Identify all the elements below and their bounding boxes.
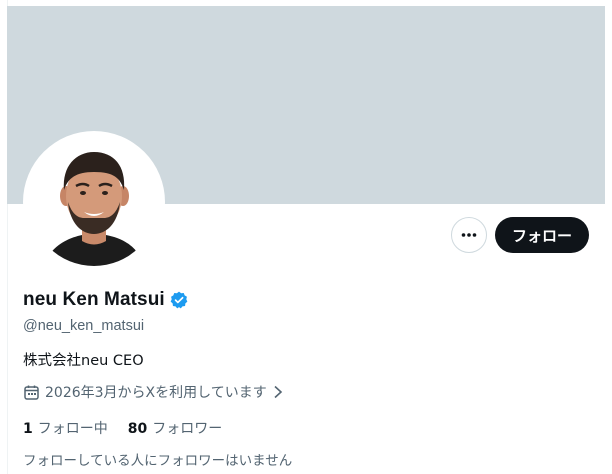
mutual-followers-note: フォローしている人にフォロワーはいません [23, 453, 293, 469]
joined-date-text: 2026年3月からXを利用しています [45, 385, 267, 401]
calendar-icon [24, 385, 39, 400]
verified-badge-icon[interactable] [170, 291, 188, 309]
follow-stats: 1 フォロー中 80 フォロワー [23, 418, 222, 438]
following-link[interactable]: 1 フォロー中 [23, 418, 108, 438]
profile-page: フォロー neu Ken Matsui @neu_ken_matsui 株式会社… [0, 0, 612, 474]
handle: @neu_ken_matsui [23, 318, 145, 334]
followers-link[interactable]: 80 フォロワー [128, 418, 222, 438]
joined-date-row[interactable]: 2026年3月からXを利用しています [23, 382, 284, 402]
followers-label: フォロワー [152, 421, 223, 437]
followers-count: 80 [127, 421, 148, 437]
more-options-button[interactable] [451, 217, 487, 253]
display-name: neu Ken Matsui [23, 289, 165, 310]
avatar[interactable] [30, 138, 158, 266]
name-row: neu Ken Matsui [23, 289, 188, 311]
more-horizontal-icon [461, 233, 477, 237]
follow-button[interactable]: フォロー [495, 217, 589, 253]
chevron-right-icon [274, 385, 282, 399]
following-label: フォロー中 [37, 421, 108, 437]
bio: 株式会社neu CEO [23, 353, 144, 369]
following-count: 1 [23, 421, 33, 437]
